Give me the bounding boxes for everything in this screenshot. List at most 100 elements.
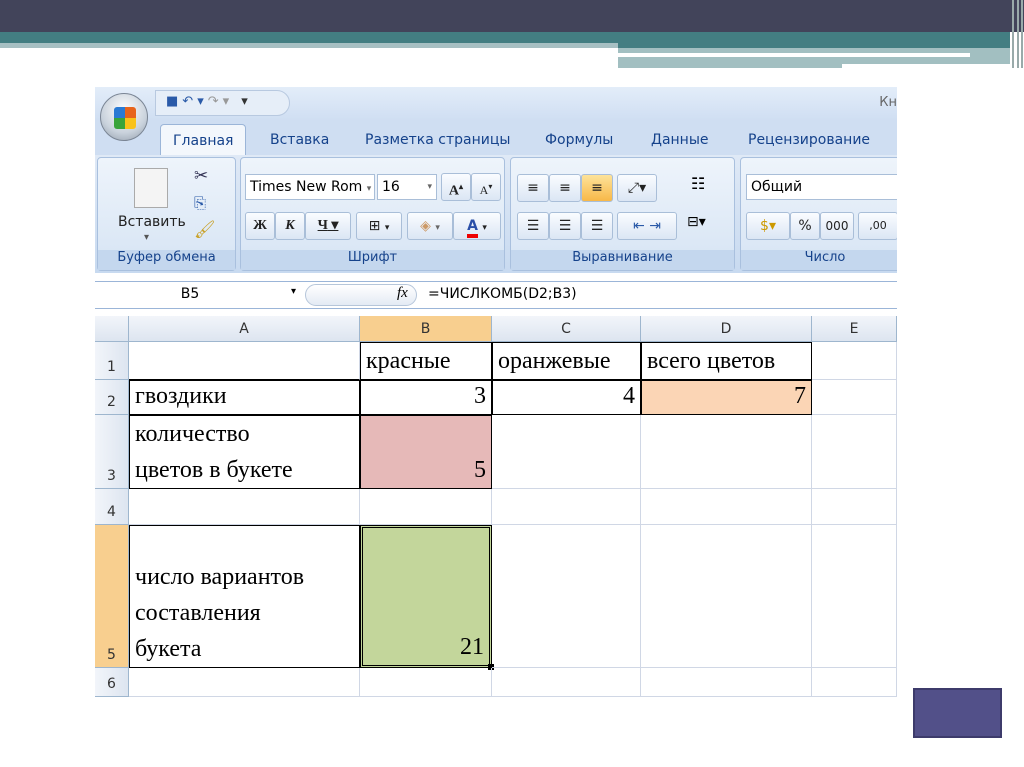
cell-b5-selected[interactable]: 21 (360, 525, 492, 668)
column-header-c[interactable]: C (492, 316, 641, 342)
alignment-group: ≡ ≡ ≡ ⤢▾ ☰ ☰ ☰ ⇤ ⇥ ☷ ⊟▾ Выравнивание (510, 157, 735, 271)
cell-b6[interactable] (360, 668, 492, 697)
percent-button[interactable]: % (790, 212, 820, 240)
slide-stripe (842, 64, 1012, 68)
orientation-button[interactable]: ⤢▾ (617, 174, 657, 202)
number-format-select[interactable]: Общий (746, 174, 897, 200)
font-color-icon: A (467, 218, 478, 238)
cell-d3[interactable] (641, 415, 812, 489)
paste-button[interactable]: Вставить (118, 214, 186, 230)
font-name-select[interactable]: Times New Rom ▾ (245, 174, 375, 200)
column-header-a[interactable]: A (129, 316, 360, 342)
cell-a6[interactable] (129, 668, 360, 697)
cell-e3[interactable] (812, 415, 897, 489)
underline-button[interactable]: Ч ▾ (305, 212, 351, 240)
italic-button[interactable]: К (275, 212, 305, 240)
slide-top-band (0, 0, 1024, 32)
row-header-5[interactable]: 5 (95, 525, 129, 668)
column-header-b[interactable]: B (360, 316, 492, 342)
tab-review[interactable]: Рецензирование (748, 132, 870, 148)
bold-button[interactable]: Ж (245, 212, 275, 240)
cell-d5[interactable] (641, 525, 812, 668)
copy-icon[interactable]: ⎘ (194, 194, 206, 212)
grow-font-button[interactable]: A▴ (441, 173, 471, 201)
cell-d1[interactable]: всего цветов (641, 342, 812, 380)
cell-b1[interactable]: красные (360, 342, 492, 380)
tab-formulas[interactable]: Формулы (545, 132, 613, 148)
font-size-value: 16 (382, 179, 400, 195)
align-bottom-button[interactable]: ≡ (581, 174, 613, 202)
cell-b2[interactable]: 3 (360, 380, 492, 415)
increase-decimal-button[interactable]: ,00 (858, 212, 897, 240)
cell-e2[interactable] (812, 380, 897, 415)
tab-insert[interactable]: Вставка (270, 132, 329, 148)
cell-a2[interactable]: гвоздики (129, 380, 360, 415)
cell-d4[interactable] (641, 489, 812, 525)
slide-nav-button[interactable] (913, 688, 1002, 738)
align-left-button[interactable]: ☰ (517, 212, 549, 240)
paste-icon[interactable] (134, 168, 168, 208)
align-top-button[interactable]: ≡ (517, 174, 549, 202)
format-painter-icon[interactable]: 🖌 (194, 220, 216, 240)
cell-e5[interactable] (812, 525, 897, 668)
paste-dropdown-icon[interactable]: ▾ (144, 232, 149, 243)
name-box[interactable]: B5 (95, 286, 285, 302)
cell-e1[interactable] (812, 342, 897, 380)
cell-c2[interactable]: 4 (492, 380, 641, 415)
fill-color-button[interactable]: ◈ ▾ (407, 212, 453, 240)
cell-b3[interactable]: 5 (360, 415, 492, 489)
row-header-2[interactable]: 2 (95, 380, 129, 415)
tab-home[interactable]: Главная (160, 124, 247, 156)
font-name-value: Times New Rom (250, 179, 363, 195)
customize-icon[interactable]: ▾ (241, 94, 252, 109)
office-button[interactable] (100, 93, 148, 141)
undo-icon[interactable]: ↶▾ (182, 94, 207, 109)
tab-page-layout[interactable]: Разметка страницы (365, 132, 510, 148)
cell-a4[interactable] (129, 489, 360, 525)
row-header-3[interactable]: 3 (95, 415, 129, 489)
align-right-button[interactable]: ☰ (581, 212, 613, 240)
row-header-4[interactable]: 4 (95, 489, 129, 525)
save-icon[interactable]: ■ (166, 94, 182, 109)
font-size-select[interactable]: 16 ▾ (377, 174, 437, 200)
cell-a3[interactable]: количество цветов в букете (129, 415, 360, 489)
cell-d6[interactable] (641, 668, 812, 697)
cell-c3[interactable] (492, 415, 641, 489)
insert-function-icon[interactable]: fx (397, 285, 408, 302)
thousands-button[interactable]: 000 (820, 212, 854, 240)
merge-cells-icon[interactable]: ⊟▾ (687, 214, 706, 230)
font-color-button[interactable]: A ▾ (453, 212, 501, 240)
cell-c1[interactable]: оранжевые (492, 342, 641, 380)
indent-buttons[interactable]: ⇤ ⇥ (617, 212, 677, 240)
cell-b4[interactable] (360, 489, 492, 525)
column-header-d[interactable]: D (641, 316, 812, 342)
cell-a5[interactable]: число вариантов составления букета (129, 525, 360, 668)
row-header-1[interactable]: 1 (95, 342, 129, 380)
column-header-e[interactable]: E (812, 316, 897, 342)
shrink-font-button[interactable]: A▾ (471, 173, 501, 201)
cell-a1[interactable] (129, 342, 360, 380)
tab-data[interactable]: Данные (651, 132, 709, 148)
quick-access-toolbar[interactable]: ■↶▾↷▾ ▾ (155, 90, 290, 116)
currency-button[interactable]: $▾ (746, 212, 790, 240)
title-bar: ■↶▾↷▾ ▾ Кн (95, 87, 897, 121)
cut-icon[interactable]: ✂ (194, 166, 208, 186)
row-header-6[interactable]: 6 (95, 668, 129, 697)
cell-c5[interactable] (492, 525, 641, 668)
select-all-button[interactable] (95, 316, 129, 342)
ribbon: Вставить ▾ ✂ ⎘ 🖌 Буфер обмена Times New … (95, 155, 897, 273)
align-center-button[interactable]: ☰ (549, 212, 581, 240)
cell-e4[interactable] (812, 489, 897, 525)
cell-e6[interactable] (812, 668, 897, 697)
cell-d2[interactable]: 7 (641, 380, 812, 415)
cell-a3-line2: цветов в букете (135, 457, 293, 483)
cell-c4[interactable] (492, 489, 641, 525)
wrap-text-icon[interactable]: ☷ (691, 174, 705, 193)
name-box-dropdown-icon[interactable]: ▾ (291, 286, 296, 297)
align-middle-button[interactable]: ≡ (549, 174, 581, 202)
cell-c6[interactable] (492, 668, 641, 697)
redo-icon[interactable]: ↷▾ (208, 94, 233, 109)
borders-button[interactable]: ⊞ ▾ (356, 212, 402, 240)
office-logo-icon (114, 107, 136, 129)
formula-input[interactable]: =ЧИСЛКОМБ(D2;B3) (428, 286, 577, 302)
